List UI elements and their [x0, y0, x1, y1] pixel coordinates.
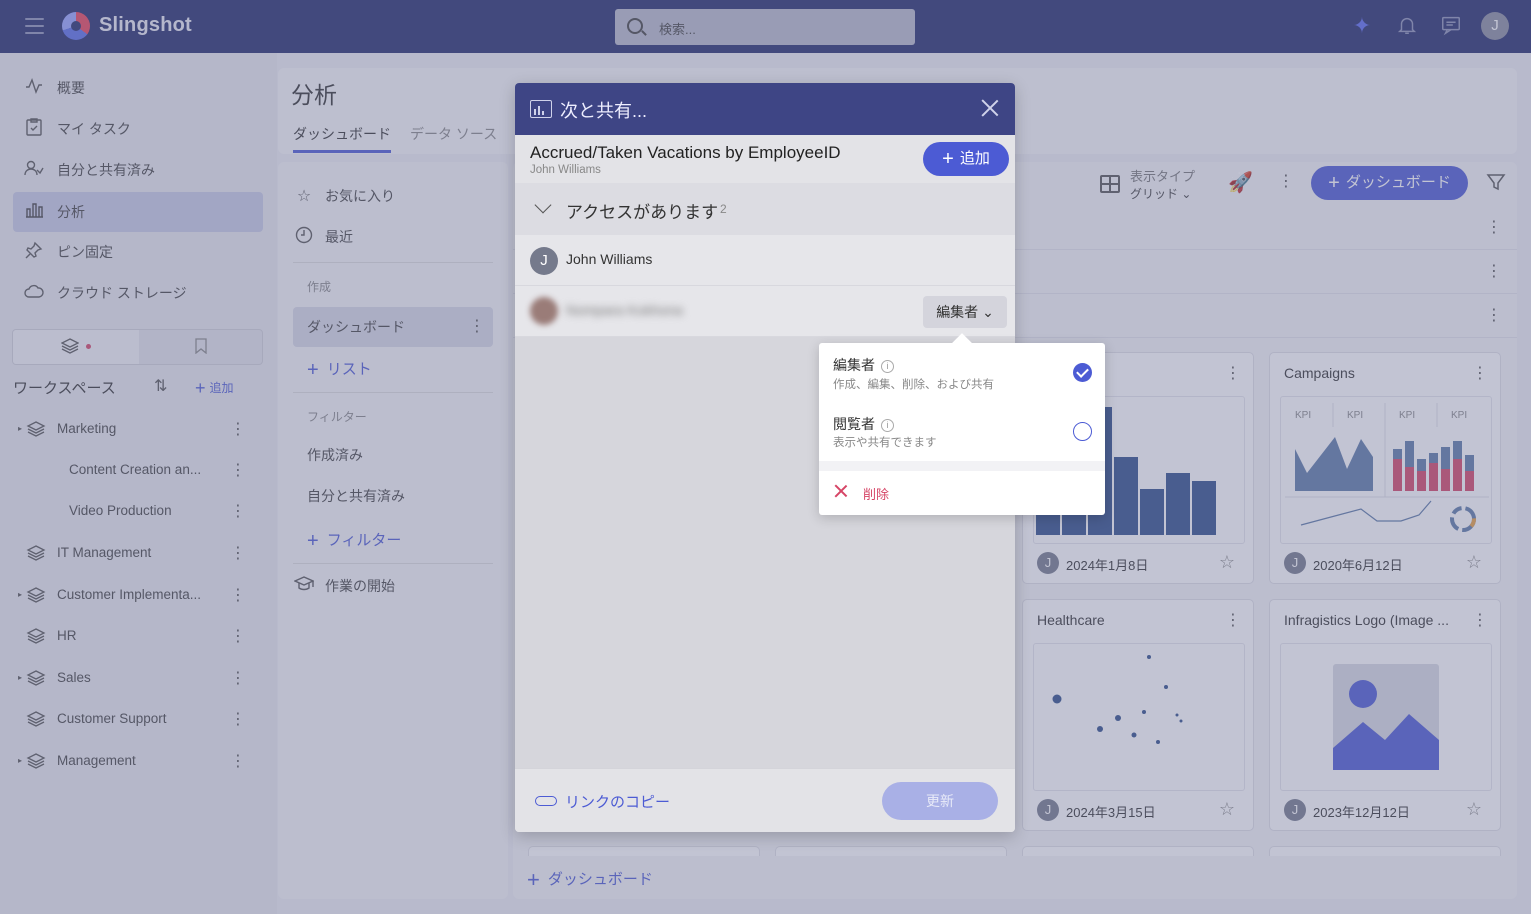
access-section-toggle[interactable]: アクセスがあります 2 [515, 183, 1015, 235]
shared-user-row: Nompara Kokhona 編集者 ⌄ [515, 286, 1015, 337]
role-menu: 編集者 i 作成、編集、削除、および共有 閲覧者 i 表示や共有できます 削除 [819, 343, 1105, 515]
dashboard-owner: John Williams [530, 164, 601, 176]
dialog-subheader: Accrued/Taken Vacations by EmployeeID Jo… [515, 135, 1015, 183]
link-icon [535, 796, 557, 806]
dialog-header: 次と共有... [515, 83, 1015, 135]
check-circle-icon[interactable] [1073, 363, 1092, 382]
user-avatar: J [530, 247, 558, 275]
dashboard-name: Accrued/Taken Vacations by EmployeeID [530, 143, 841, 162]
close-icon [835, 485, 847, 497]
user-name: John Williams [566, 251, 653, 267]
dialog-footer: リンクのコピー 更新 [515, 768, 1015, 832]
chevron-down-icon [534, 196, 552, 214]
role-dropdown[interactable]: 編集者 ⌄ [923, 296, 1007, 328]
access-label: アクセスがあります [566, 203, 719, 222]
divider [819, 461, 1105, 471]
shared-user-row: J John Williams [515, 235, 1015, 286]
copy-link-button[interactable]: リンクのコピー [535, 791, 670, 812]
close-icon[interactable] [981, 99, 999, 117]
user-avatar [530, 297, 558, 325]
dialog-title: 次と共有... [560, 101, 648, 121]
info-icon[interactable]: i [881, 419, 894, 432]
user-name: Nompara Kokhona [566, 302, 683, 318]
update-button[interactable]: 更新 [882, 782, 998, 820]
access-count: 2 [720, 202, 727, 216]
info-icon[interactable]: i [881, 360, 894, 373]
add-user-button[interactable]: + 追加 [923, 142, 1009, 176]
radio-icon[interactable] [1073, 422, 1092, 441]
plus-icon: + [942, 148, 954, 170]
dashboard-share-icon [530, 100, 552, 118]
